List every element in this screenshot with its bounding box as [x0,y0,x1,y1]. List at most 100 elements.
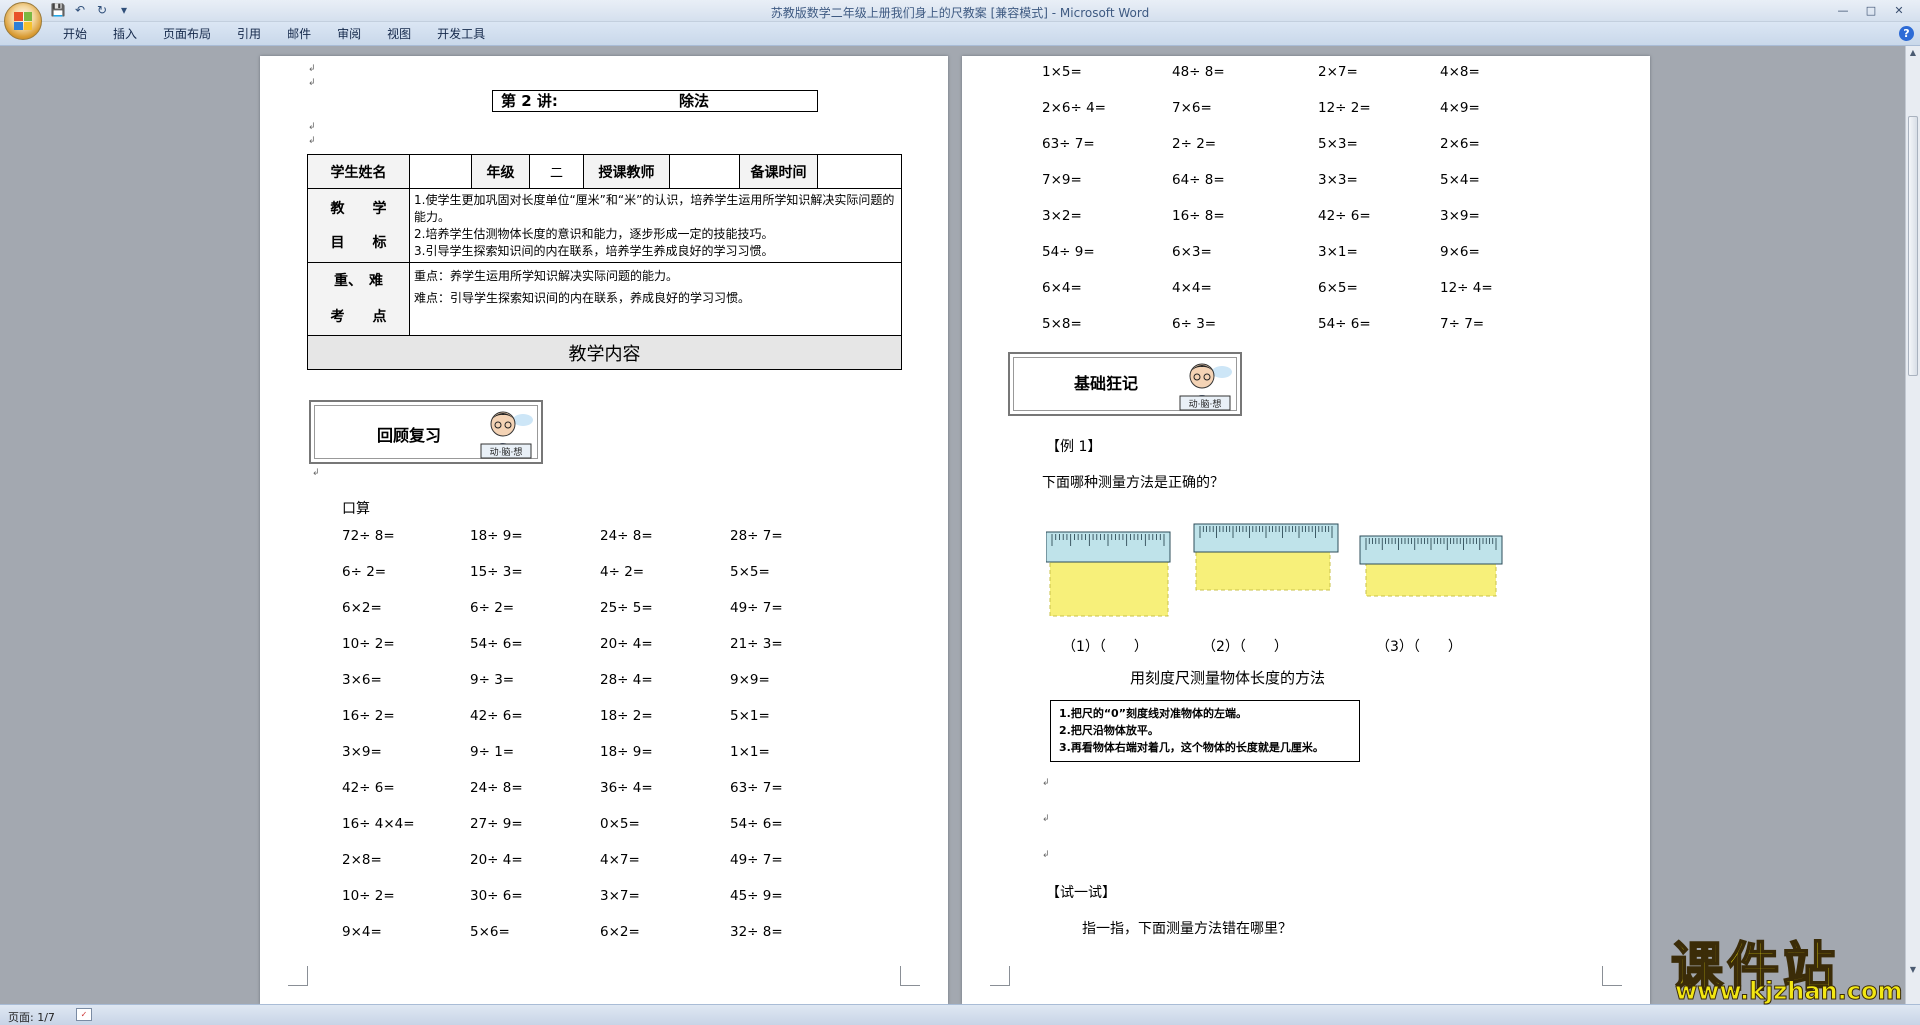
calc-problem: 32÷ 8= [730,924,783,940]
calc-problem: 49÷ 7= [730,852,783,868]
calc-problem: 6×3= [1172,244,1212,260]
calc-problem: 24÷ 8= [470,780,523,796]
review-section-header: 回顾复习 动·脑·想 [309,400,543,464]
calc-problem: 9÷ 3= [470,672,515,688]
calc-problem: 2×6= [1440,136,1480,152]
calc-problem: 12÷ 4= [1440,280,1493,296]
calc-problem: 4×8= [1440,64,1480,80]
watermark-url: www.kjzhan.com [1674,977,1903,1006]
key-point: 重点：养学生运用所学知识解决实际问题的能力。 [414,269,679,283]
office-logo-icon [14,12,32,30]
ruler-choice-2[interactable]: （2）（ ） [1202,636,1288,656]
calc-problem: 6÷ 3= [1172,316,1217,332]
review-title: 回顾复习 [377,426,442,445]
calc-problem: 1×5= [1042,64,1082,80]
calc-problem: 3×3= [1318,172,1358,188]
ribbon-tab[interactable]: 审阅 [324,26,374,42]
basics-section-header: 基础狂记 动·脑·想 [1008,352,1242,416]
student-name-cell[interactable] [409,154,472,189]
proofing-icon[interactable]: ✓ [76,1008,92,1021]
calc-problem: 1×1= [730,744,770,760]
calc-problem: 54÷ 6= [470,636,523,652]
ribbon-tab[interactable]: 插入 [100,26,150,42]
key-points-label: 重、 难 考 点 [307,262,410,336]
goal-item: 1.使学生更加巩固对长度单位“厘米”和“米”的认识，培养学生运用所学知识解决实际… [414,192,895,224]
ruler-option-3 [1359,535,1503,597]
teacher-cell[interactable] [669,154,740,189]
calc-problem: 6×2= [600,924,640,940]
calc-problem: 6×5= [1318,280,1358,296]
paragraph-mark: ↲ [308,64,316,74]
goals-cell[interactable]: 1.使学生更加巩固对长度单位“厘米”和“米”的认识，培养学生运用所学知识解决实际… [409,188,902,263]
example-label: 【例 1】 [1046,439,1102,455]
calc-problem: 64÷ 8= [1172,172,1225,188]
method-step: 1.把尺的“0”刻度线对准物体的左端。 [1059,707,1247,720]
scroll-thumb[interactable] [1908,116,1918,376]
basics-title: 基础狂记 [1074,374,1139,393]
grade-value[interactable]: 二 [529,154,584,189]
lesson-title-box: 第 2 讲: 除法 [492,90,818,112]
lesson-info-table: 学生姓名 年级 二 授课教师 备课时间 教 学 目 标 1.使学生更加巩固对长度… [307,154,902,370]
example-question: 下面哪种测量方法是正确的？ [1042,475,1224,491]
calc-problem: 18÷ 9= [600,744,653,760]
key-points-label-top: 重、 难 [334,273,383,289]
scroll-up-icon[interactable]: ▲ [1908,48,1918,57]
maximize-icon[interactable]: □ [1858,2,1884,19]
minimize-icon[interactable]: — [1830,2,1856,19]
paragraph-mark: ↲ [308,136,316,146]
lesson-topic: 除法 [679,92,710,110]
paragraph-mark: ↲ [308,78,316,88]
try-label: 【试一试】 [1046,885,1116,901]
vertical-scrollbar[interactable]: ▲ ▼ [1905,46,1920,1004]
mental-math-heading: 口算 [342,501,370,517]
prep-time-cell[interactable] [817,154,902,189]
office-button[interactable] [4,2,42,40]
calc-problem: 63÷ 7= [1042,136,1095,152]
page-count[interactable]: 页面: 1/7 [8,1009,55,1025]
page-corner-mark [1602,966,1622,986]
ribbon-tab[interactable]: 视图 [374,26,424,42]
help-icon[interactable]: ? [1899,26,1914,41]
document-page-2[interactable]: 1×5= 48÷ 8= 2×7= 4×8= 2×6÷ 4= 7×6= 12÷ 2= 4×9= 6… [962,56,1650,1004]
calc-problem: 5×6= [470,924,510,940]
calc-problem: 54÷ 6= [730,816,783,832]
calc-problem: 42÷ 6= [1318,208,1371,224]
method-steps-box: 1.把尺的“0”刻度线对准物体的左端。 2.把尺沿物体放平。 3.再看物体右端对… [1050,700,1360,762]
calc-problem: 42÷ 6= [470,708,523,724]
svg-text:动·脑·想: 动·脑·想 [490,446,523,458]
calc-problem: 9×9= [730,672,770,688]
calc-problem: 9×6= [1440,244,1480,260]
calc-problem: 3×6= [342,672,382,688]
key-points-cell[interactable]: 重点：养学生运用所学知识解决实际问题的能力。 难点：引导学生探索知识间的内在联系… [409,262,902,336]
calc-problem: 2×7= [1318,64,1358,80]
ruler-choice-1[interactable]: （1）（ ） [1062,636,1148,656]
calc-problem: 4×9= [1440,100,1480,116]
document-workspace[interactable]: ↲ ↲ 第 2 讲: 除法 ↲ ↲ 学生姓名 年级 二 授课教师 备课时间 教 … [0,46,1905,1004]
window-title: 苏教版数学二年级上册我们身上的尺教案 [兼容模式] - Microsoft Wo… [770,6,1150,20]
grade-label: 年级 [471,154,530,189]
ribbon-tab[interactable]: 开发工具 [424,26,498,42]
calc-problem: 4×7= [600,852,640,868]
ribbon-tab[interactable]: 页面布局 [150,26,224,42]
goals-label-top: 教 学 [330,200,387,217]
document-page-1[interactable]: ↲ ↲ 第 2 讲: 除法 ↲ ↲ 学生姓名 年级 二 授课教师 备课时间 教 … [260,56,948,1004]
calc-problem: 2×6÷ 4= [1042,100,1106,116]
teacher-label: 授课教师 [583,154,670,189]
close-icon[interactable]: ✕ [1886,2,1912,19]
teaching-content-band: 教学内容 [307,335,902,370]
ribbon-tab[interactable]: 引用 [224,26,274,42]
calc-problem: 7÷ 7= [1440,316,1485,332]
calc-problem: 10÷ 2= [342,888,395,904]
calc-problem: 12÷ 2= [1318,100,1371,116]
ruler-choice-3[interactable]: （3）（ ） [1376,636,1462,656]
calc-problem: 54÷ 9= [1042,244,1095,260]
calc-problem: 16÷ 8= [1172,208,1225,224]
mascot-teacher-icon: 动·脑·想 [480,411,533,459]
ribbon-tab[interactable]: 开始 [50,26,100,42]
calc-problem: 10÷ 2= [342,636,395,652]
ribbon-tab[interactable]: 邮件 [274,26,324,42]
calc-problem: 18÷ 2= [600,708,653,724]
calc-problem: 6×4= [1042,280,1082,296]
key-points-label-bottom: 考 点 [330,309,387,325]
calc-problem: 18÷ 9= [470,528,523,544]
